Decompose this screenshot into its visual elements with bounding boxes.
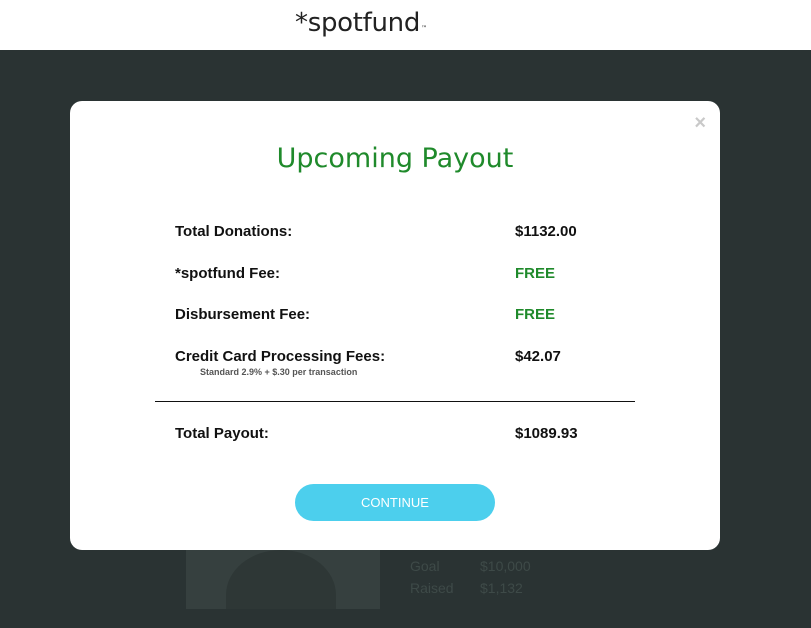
campaign-stats: Goal $10,000 Raised $1,132 bbox=[410, 555, 531, 599]
disbursement-fee-label: Disbursement Fee: bbox=[175, 306, 311, 323]
close-icon[interactable]: × bbox=[694, 113, 706, 133]
top-bar: *spotfund™ bbox=[0, 0, 811, 50]
disbursement-fee-value: FREE bbox=[515, 306, 556, 323]
spotfund-fee-value: FREE bbox=[515, 265, 556, 282]
total-donations-value: $1132.00 bbox=[515, 223, 577, 240]
stat-goal: Goal $10,000 bbox=[410, 555, 531, 577]
card-processing-fee-note: Standard 2.9% + $.30 per transaction bbox=[200, 367, 358, 377]
stat-raised: Raised $1,132 bbox=[410, 577, 531, 599]
total-payout-value: $1089.93 bbox=[515, 425, 578, 442]
stat-raised-label: Raised bbox=[410, 580, 454, 596]
stat-raised-value: $1,132 bbox=[480, 580, 523, 596]
stat-goal-label: Goal bbox=[410, 558, 440, 574]
card-processing-fee-label: Credit Card Processing Fees: bbox=[175, 348, 386, 365]
divider bbox=[155, 401, 635, 402]
total-donations-label: Total Donations: bbox=[175, 223, 293, 240]
campaign-photo bbox=[186, 540, 380, 609]
total-payout-label: Total Payout: bbox=[175, 425, 269, 442]
spotfund-logo[interactable]: *spotfund™ bbox=[295, 6, 427, 40]
spotfund-fee-label: *spotfund Fee: bbox=[175, 265, 280, 282]
payout-modal: × Upcoming Payout Total Donations: $1132… bbox=[70, 101, 720, 550]
card-processing-fee-value: $42.07 bbox=[515, 348, 561, 365]
photo-figure bbox=[226, 550, 336, 609]
stat-goal-value: $10,000 bbox=[480, 558, 531, 574]
continue-button[interactable]: CONTINUE bbox=[295, 484, 495, 521]
logo-trademark: ™ bbox=[421, 25, 427, 32]
logo-text: *spotfund bbox=[295, 8, 421, 38]
modal-title: Upcoming Payout bbox=[276, 143, 514, 174]
